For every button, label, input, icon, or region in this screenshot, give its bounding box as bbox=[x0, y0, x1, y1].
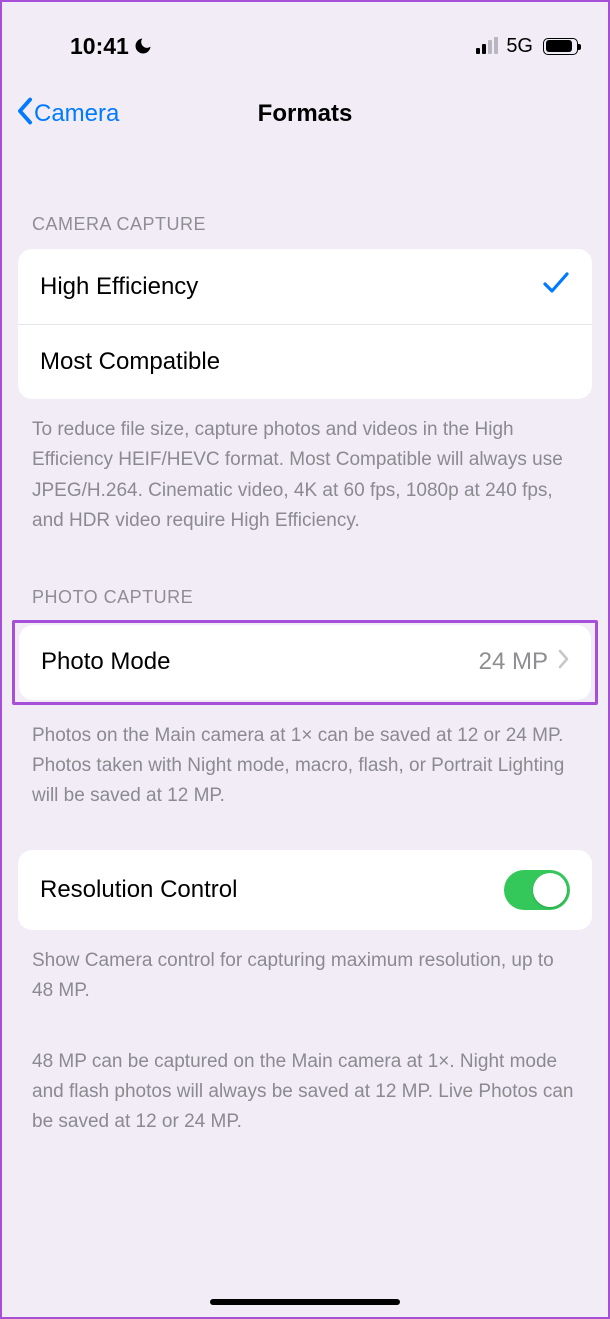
row-label: Photo Mode bbox=[41, 648, 170, 676]
footer-photo-capture: Photos on the Main camera at 1× can be s… bbox=[2, 705, 608, 812]
option-label: High Efficiency bbox=[40, 273, 198, 301]
section-resolution: Resolution Control Show Camera control f… bbox=[2, 850, 608, 1138]
toggle-knob bbox=[533, 873, 567, 907]
section-camera-capture: CAMERA CAPTURE High Efficiency Most Comp… bbox=[2, 214, 608, 537]
row-label: Resolution Control bbox=[40, 876, 237, 904]
status-right: 5G bbox=[476, 35, 578, 58]
chevron-left-icon bbox=[16, 97, 34, 132]
footer-resolution-1: Show Camera control for capturing maximu… bbox=[2, 930, 608, 1007]
option-high-efficiency[interactable]: High Efficiency bbox=[18, 249, 592, 324]
option-label: Most Compatible bbox=[40, 348, 220, 376]
footer-camera-capture: To reduce file size, capture photos and … bbox=[2, 399, 608, 537]
row-value: 24 MP bbox=[479, 648, 548, 676]
status-time: 10:41 bbox=[70, 33, 129, 60]
row-resolution-control[interactable]: Resolution Control bbox=[18, 850, 592, 930]
highlight-annotation: Photo Mode 24 MP bbox=[12, 620, 598, 705]
battery-icon bbox=[543, 38, 578, 55]
section-photo-capture: PHOTO CAPTURE Photo Mode 24 MP Photos on… bbox=[2, 587, 608, 812]
toggle-resolution-control[interactable] bbox=[504, 870, 570, 910]
row-photo-mode[interactable]: Photo Mode 24 MP bbox=[19, 625, 591, 700]
nav-bar: Camera Formats bbox=[2, 84, 608, 144]
back-label: Camera bbox=[34, 100, 119, 128]
home-indicator[interactable] bbox=[210, 1299, 400, 1305]
status-time-group: 10:41 bbox=[32, 33, 153, 60]
row-trailing: 24 MP bbox=[479, 648, 569, 676]
status-bar: 10:41 5G bbox=[2, 2, 608, 72]
section-header-photo-capture: PHOTO CAPTURE bbox=[2, 587, 608, 608]
footer-resolution-2: 48 MP can be captured on the Main camera… bbox=[2, 1031, 608, 1138]
chevron-right-icon bbox=[558, 648, 569, 676]
network-type: 5G bbox=[506, 35, 533, 58]
back-button[interactable]: Camera bbox=[2, 97, 119, 132]
cellular-signal-icon bbox=[476, 38, 498, 54]
group-camera-capture: High Efficiency Most Compatible bbox=[18, 249, 592, 399]
checkmark-icon bbox=[542, 271, 570, 302]
group-resolution: Resolution Control bbox=[18, 850, 592, 930]
option-most-compatible[interactable]: Most Compatible bbox=[18, 324, 592, 399]
do-not-disturb-icon bbox=[133, 36, 153, 56]
section-header-camera-capture: CAMERA CAPTURE bbox=[2, 214, 608, 235]
